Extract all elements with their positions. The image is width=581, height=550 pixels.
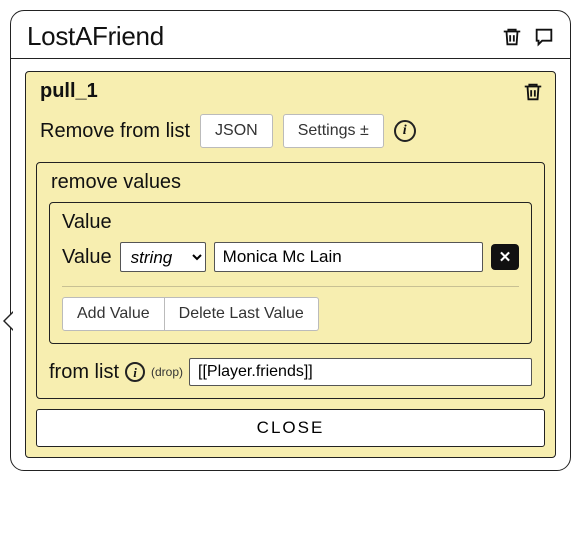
remove-values-panel: remove values Value Value string ✕ Add V… [36,162,545,399]
trash-icon[interactable] [500,25,524,49]
window-header-actions [500,25,556,49]
info-icon[interactable]: i [125,362,145,382]
value-label: Value [62,246,112,269]
action-row: Remove from list JSON Settings ± i [40,114,543,148]
trash-icon[interactable] [521,80,545,104]
delete-last-value-button[interactable]: Delete Last Value [165,297,319,331]
value-input[interactable] [214,242,483,272]
comment-icon[interactable] [532,25,556,49]
value-buttons: Add Value Delete Last Value [62,297,519,331]
from-list-input[interactable] [189,358,532,386]
remove-values-title: remove values [49,171,532,194]
settings-button[interactable]: Settings ± [283,114,384,148]
action-label: Remove from list [40,120,190,143]
info-icon[interactable]: i [394,120,416,142]
add-value-button[interactable]: Add Value [62,297,165,331]
expand-handle-icon[interactable] [5,312,14,330]
window-body: pull_1 Remove from list JSON Settings ± … [11,59,570,458]
window-title: LostAFriend [27,21,164,52]
type-select[interactable]: string [120,242,206,272]
editor-window: LostAFriend pull_1 [10,10,571,471]
value-row: Value string ✕ [62,242,519,272]
json-button[interactable]: JSON [200,114,273,148]
from-list-label: from list [49,361,119,384]
from-list-row: from list i (drop) [49,358,532,386]
drop-hint: (drop) [151,365,183,379]
close-button[interactable]: CLOSE [36,409,545,447]
node-id: pull_1 [36,80,98,103]
value-box: Value Value string ✕ Add Value Delete La… [49,202,532,344]
clear-value-icon[interactable]: ✕ [491,244,519,270]
value-box-title: Value [62,211,519,234]
node-panel-header: pull_1 [36,80,545,104]
node-panel: pull_1 Remove from list JSON Settings ± … [25,71,556,458]
divider [62,286,519,287]
window-header: LostAFriend [11,11,570,59]
